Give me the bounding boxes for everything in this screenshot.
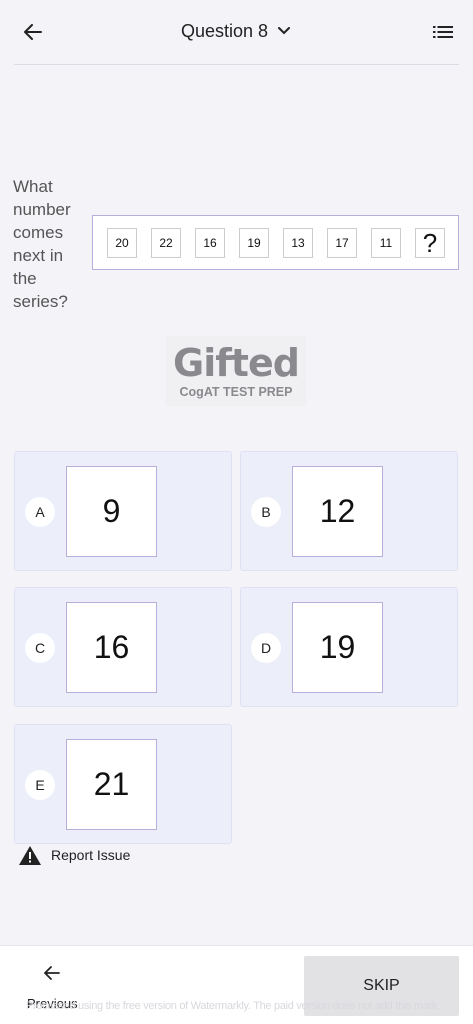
series-item: 13 <box>283 228 313 258</box>
option-value: 9 <box>66 466 157 557</box>
question-list-button[interactable] <box>431 21 455 43</box>
watermark-text: Processed using the free version of Wate… <box>26 1000 440 1012</box>
chevron-down-icon <box>278 24 292 38</box>
arrow-left-icon <box>44 966 60 980</box>
back-button[interactable] <box>20 20 46 44</box>
series-item: 11 <box>371 228 401 258</box>
arrow-left-icon <box>24 24 42 40</box>
top-bar: Question 8 <box>0 0 473 64</box>
series-item: 16 <box>195 228 225 258</box>
option-value: 16 <box>66 602 157 693</box>
report-issue-label: Report Issue <box>51 847 131 863</box>
warning-icon <box>19 845 41 865</box>
series-item: 20 <box>107 228 137 258</box>
option-c[interactable]: C 16 <box>14 587 232 707</box>
report-issue-button[interactable]: Report Issue <box>18 844 130 866</box>
option-letter: C <box>25 633 55 663</box>
option-letter: E <box>25 770 55 800</box>
header-divider <box>14 64 459 65</box>
option-letter: A <box>25 497 55 527</box>
option-value: 19 <box>292 602 383 693</box>
list-icon <box>433 26 453 38</box>
option-b[interactable]: B 12 <box>240 451 458 571</box>
series-item: 22 <box>151 228 181 258</box>
series-unknown: ? <box>415 228 445 258</box>
option-e[interactable]: E 21 <box>14 724 232 844</box>
bottom-navigation: Previous SKIP Processed using the free v… <box>0 945 473 1024</box>
option-d[interactable]: D 19 <box>240 587 458 707</box>
option-value: 12 <box>292 466 383 557</box>
question-text: What number comes next in the series? <box>13 177 71 311</box>
option-letter: B <box>251 497 281 527</box>
logo-name: Gifted <box>173 341 300 385</box>
question-selector[interactable]: Question 8 <box>181 21 292 42</box>
logo-subtitle: CogAT TEST PREP <box>179 385 293 399</box>
number-series: 20 22 16 19 13 17 11 ? <box>92 215 459 270</box>
page-title: Question 8 <box>180 20 269 41</box>
gifted-logo: Gifted CogAT TEST PREP <box>166 336 306 406</box>
option-a[interactable]: A 9 <box>14 451 232 571</box>
series-item: 19 <box>239 228 269 258</box>
series-item: 17 <box>327 228 357 258</box>
option-value: 21 <box>66 739 157 830</box>
option-letter: D <box>251 633 281 663</box>
